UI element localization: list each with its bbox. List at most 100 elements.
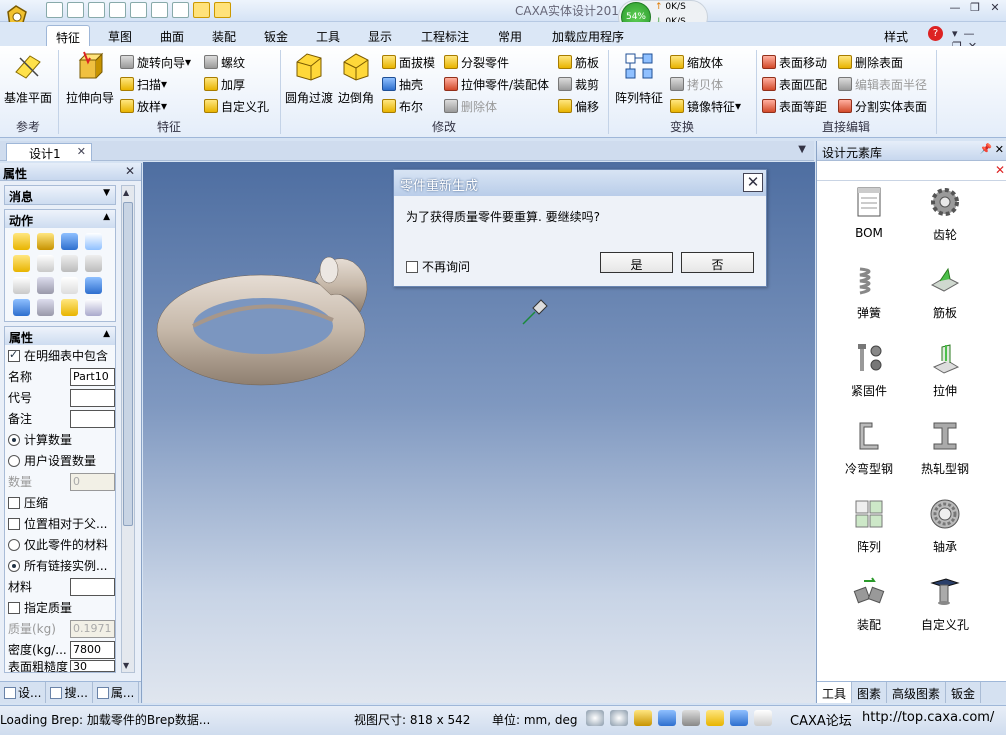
link-icon[interactable] bbox=[37, 277, 54, 294]
sweep-button[interactable]: 扫描 ▾ bbox=[120, 74, 167, 94]
scroll-down-icon[interactable]: ▼ bbox=[123, 661, 129, 670]
library-item-pattern[interactable]: 阵列 bbox=[831, 497, 907, 555]
tab-library-primitives[interactable]: 图素 bbox=[852, 682, 888, 703]
compress-checkbox[interactable] bbox=[8, 496, 20, 509]
design-tree-icon[interactable] bbox=[214, 2, 231, 18]
new-from-template-icon[interactable] bbox=[67, 2, 84, 18]
tab-display[interactable]: 显示 bbox=[360, 25, 400, 46]
forum-link[interactable]: CAXA论坛 bbox=[790, 710, 852, 729]
delete-face-button[interactable]: 删除表面 bbox=[838, 52, 903, 72]
user-qty-radio[interactable] bbox=[8, 454, 20, 467]
tab-library-tools[interactable]: 工具 bbox=[817, 682, 853, 703]
tab-library-advanced-primitives[interactable]: 高级图素 bbox=[887, 682, 947, 703]
render-mode-icon[interactable] bbox=[658, 710, 676, 726]
save-icon[interactable] bbox=[130, 2, 147, 18]
pin-icon[interactable]: 📌 bbox=[980, 144, 992, 155]
split-solid-face-button[interactable]: 分割实体表面 bbox=[838, 96, 927, 116]
scale-body-button[interactable]: 缩放体 bbox=[670, 52, 723, 72]
surface-icon[interactable] bbox=[85, 233, 102, 250]
website-link[interactable]: http://top.caxa.com/ bbox=[862, 710, 994, 725]
revolve-wizard-button[interactable]: 旋转向导 ▾ bbox=[120, 52, 191, 72]
draft-button[interactable]: 面拔模 bbox=[382, 52, 435, 72]
tab-design-tree[interactable]: 设... bbox=[0, 682, 47, 703]
new-icon[interactable] bbox=[46, 2, 63, 18]
yes-button[interactable]: 是 bbox=[600, 252, 673, 273]
only-this-material-row[interactable]: 仅此零件的材料 bbox=[5, 534, 115, 555]
help-icon[interactable]: ? bbox=[928, 26, 943, 41]
code-field[interactable] bbox=[70, 388, 115, 407]
delete-feature-icon[interactable] bbox=[61, 255, 78, 272]
close-panel-icon[interactable]: ✕ bbox=[995, 143, 1004, 156]
library-item-cold-formed-steel[interactable]: 冷弯型钢 bbox=[831, 419, 907, 477]
close-tab-icon[interactable]: ✕ bbox=[77, 145, 86, 158]
tab-library-sheet-metal[interactable]: 钣金 bbox=[946, 682, 982, 703]
no-button[interactable]: 否 bbox=[681, 252, 754, 273]
library-item-hot-rolled-steel[interactable]: 热轧型钢 bbox=[907, 419, 983, 477]
smart-editing-icon[interactable] bbox=[13, 233, 30, 250]
detach-icon[interactable] bbox=[37, 299, 54, 316]
name-field[interactable] bbox=[70, 367, 115, 386]
tab-annotation[interactable]: 工程标注 bbox=[414, 25, 476, 46]
message-section-header[interactable]: 消息 ▼ bbox=[5, 186, 115, 204]
properties-section-header[interactable]: 属性 ▲ bbox=[5, 327, 115, 345]
library-item-bom[interactable]: BOM bbox=[831, 185, 907, 243]
minimize-icon[interactable]: — bbox=[946, 1, 964, 17]
edit-face-radius-button[interactable]: 编辑表面半径 bbox=[838, 74, 927, 94]
dialog-title-bar[interactable]: 零件重新生成 ✕ bbox=[394, 170, 766, 196]
material-field[interactable] bbox=[70, 577, 115, 596]
parameter-icon[interactable] bbox=[85, 277, 102, 294]
tab-search[interactable]: 搜... bbox=[46, 682, 93, 703]
include-in-bom-checkbox[interactable] bbox=[8, 348, 20, 362]
library-item-fastener[interactable]: 紧固件 bbox=[831, 341, 907, 399]
trim-button[interactable]: 裁剪 bbox=[558, 74, 599, 94]
library-item-spring[interactable]: 弹簧 bbox=[831, 263, 907, 321]
calc-qty-row[interactable]: 计算数量 bbox=[5, 429, 115, 450]
library-item-assembly[interactable]: 装配 bbox=[831, 575, 907, 633]
undo-icon[interactable] bbox=[151, 2, 168, 18]
library-item-extrude[interactable]: 拉伸 bbox=[907, 341, 983, 399]
scrollbar-thumb[interactable] bbox=[123, 202, 133, 526]
position-relative-checkbox[interactable] bbox=[8, 517, 20, 530]
edit-sketch-icon[interactable] bbox=[37, 255, 54, 272]
all-linked-instances-row[interactable]: 所有链接实例... bbox=[5, 555, 115, 576]
tab-properties[interactable]: 属... bbox=[93, 682, 140, 703]
torus-part-model[interactable] bbox=[155, 250, 375, 395]
copy-body-button[interactable]: 拷贝体 bbox=[670, 74, 723, 94]
property-panel-scrollbar[interactable]: ▲ ▼ bbox=[121, 185, 135, 673]
shell-button[interactable]: 抽壳 bbox=[382, 74, 423, 94]
edit-section-icon[interactable] bbox=[13, 255, 30, 272]
roughness-field[interactable] bbox=[70, 660, 115, 672]
library-item-rib[interactable]: 筋板 bbox=[907, 263, 983, 321]
open-icon[interactable] bbox=[109, 2, 126, 18]
remark-field[interactable] bbox=[70, 409, 115, 428]
specify-mass-row[interactable]: 指定质量 bbox=[5, 597, 115, 618]
units-readout[interactable]: 单位: mm, deg bbox=[492, 711, 577, 728]
pattern-feature-button[interactable]: 阵列特征 bbox=[612, 50, 666, 106]
generate-part-icon[interactable] bbox=[37, 233, 54, 250]
tab-sheet-metal[interactable]: 钣金 bbox=[256, 25, 296, 46]
face-match-button[interactable]: 表面匹配 bbox=[762, 74, 827, 94]
only-this-material-radio[interactable] bbox=[8, 538, 20, 551]
loft-button[interactable]: 放样 ▾ bbox=[120, 96, 167, 116]
include-in-bom-row[interactable]: 在明细表中包含 bbox=[5, 345, 115, 366]
section-view-icon[interactable] bbox=[730, 710, 748, 726]
style-menu[interactable]: 样式 bbox=[884, 28, 908, 45]
zoom-icon[interactable] bbox=[85, 299, 102, 316]
tab-assembly[interactable]: 装配 bbox=[204, 25, 244, 46]
mirror-feature-button[interactable]: 镜像特征 ▾ bbox=[670, 96, 741, 116]
face-move-button[interactable]: 表面移动 bbox=[762, 52, 827, 72]
tab-addins[interactable]: 加载应用程序 bbox=[546, 25, 630, 46]
calc-qty-radio[interactable] bbox=[8, 433, 20, 446]
scroll-up-icon[interactable]: ▲ bbox=[123, 188, 129, 197]
group-icon[interactable] bbox=[61, 299, 78, 316]
all-linked-instances-radio[interactable] bbox=[8, 559, 20, 572]
camera-icon[interactable] bbox=[682, 710, 700, 726]
smart-object-icon[interactable] bbox=[193, 2, 210, 18]
position-relative-row[interactable]: 位置相对于父... bbox=[5, 513, 115, 534]
library-item-custom-hole[interactable]: 自定义孔 bbox=[907, 575, 983, 633]
face-equidistant-button[interactable]: 表面等距 bbox=[762, 96, 827, 116]
chamfer-button[interactable]: 边倒角 bbox=[336, 50, 376, 106]
document-tab[interactable]: 设计1 ✕ bbox=[6, 143, 92, 161]
library-item-bearing[interactable]: 轴承 bbox=[907, 497, 983, 555]
selection-filter-icon[interactable] bbox=[754, 710, 772, 726]
